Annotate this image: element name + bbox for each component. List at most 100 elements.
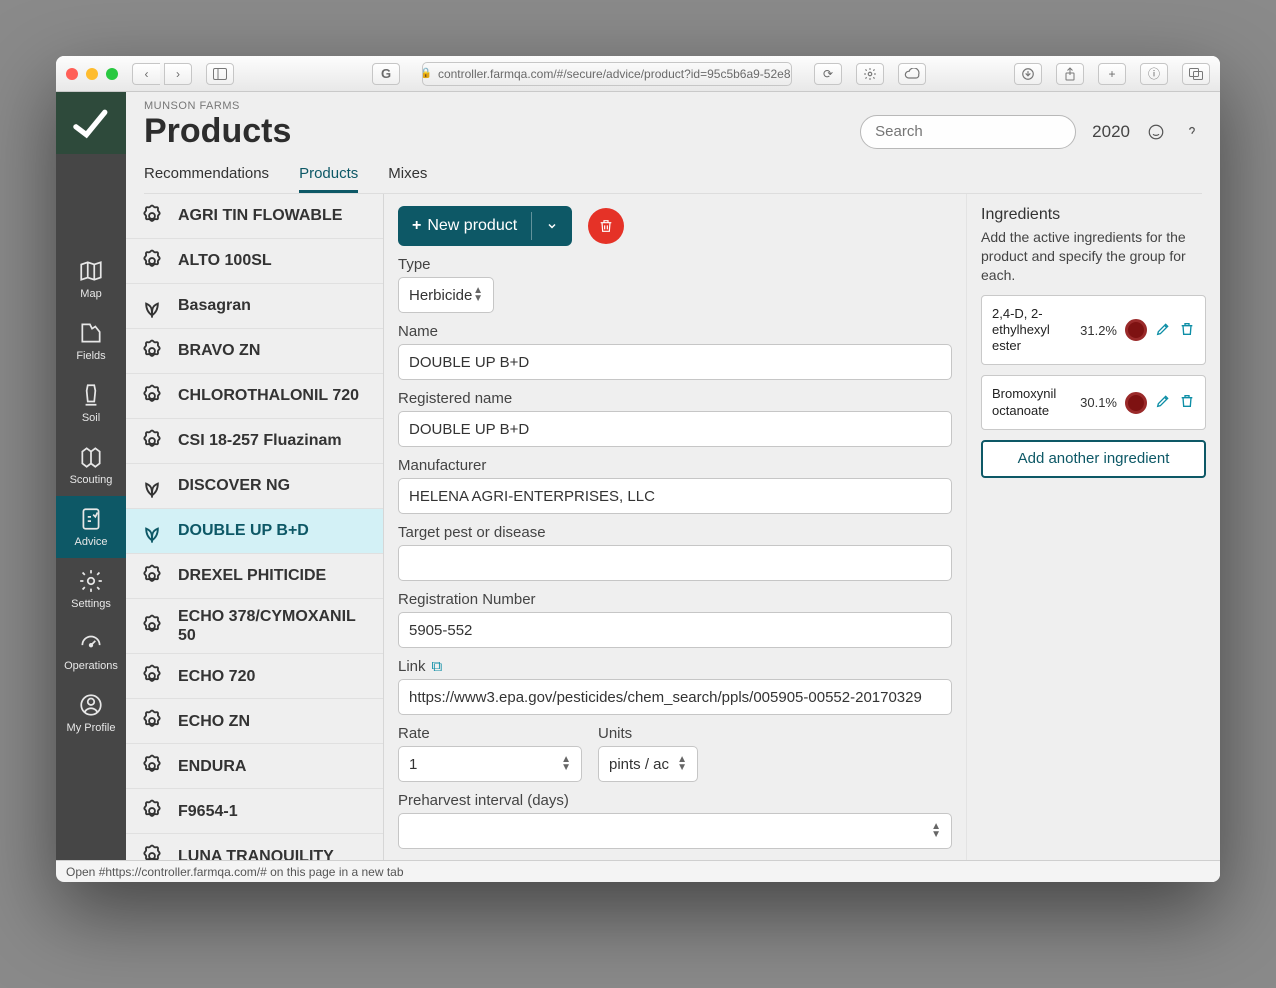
product-form: +New product Type Herb [384,194,966,882]
link-input[interactable] [398,679,952,715]
product-list[interactable]: AGRI TIN FLOWABLEALTO 100SLBasagranBRAVO… [126,194,384,882]
new-product-button[interactable]: +New product [398,206,572,246]
product-item[interactable]: ECHO 378/CYMOXANIL 50 [126,599,383,654]
manufacturer-input[interactable] [398,478,952,514]
share-button[interactable] [1056,63,1084,85]
gear-icon [138,662,166,690]
nav-forward-button[interactable]: › [164,63,192,85]
extensions-gear-button[interactable] [856,63,884,85]
link-field: Link⧉ [398,658,952,715]
downloads-button[interactable] [1014,63,1042,85]
reload-button[interactable]: ⟳ [814,63,842,85]
product-item[interactable]: BRAVO ZN [126,329,383,374]
product-item[interactable]: ECHO 720 [126,654,383,699]
app-logo[interactable] [56,92,126,154]
type-field: Type Herbicide ▲▼ [398,256,952,313]
ingredient-name: 2,4-D, 2-ethylhexyl ester [992,306,1072,355]
rate-field: Rate 1 ▲▼ [398,725,582,782]
regnum-input[interactable] [398,612,952,648]
delete-ingredient-button[interactable] [1179,321,1195,340]
units-field: Units pints / ac ▲▼ [598,725,698,782]
product-item[interactable]: ENDURA [126,744,383,789]
new-tab-button[interactable]: + [1098,63,1126,85]
sidebar-toggle-button[interactable] [206,63,234,85]
product-item[interactable]: AGRI TIN FLOWABLE [126,194,383,239]
delete-ingredient-button[interactable] [1179,393,1195,412]
target-label: Target pest or disease [398,524,952,541]
feedback-icon[interactable] [1146,122,1166,142]
nav-back-button[interactable]: ‹ [132,63,160,85]
manufacturer-label: Manufacturer [398,457,952,474]
product-item[interactable]: DREXEL PHITICIDE [126,554,383,599]
sidebar-item-operations[interactable]: Operations [56,620,126,682]
manufacturer-field: Manufacturer [398,457,952,514]
help-icon[interactable] [1182,122,1202,142]
page-title: Products [144,112,291,151]
product-item[interactable]: ECHO ZN [126,699,383,744]
product-item[interactable]: DOUBLE UP B+D [126,509,383,554]
edit-ingredient-button[interactable] [1155,393,1171,412]
regname-label: Registered name [398,390,952,407]
advice-icon [78,506,104,532]
name-input[interactable] [398,344,952,380]
type-value: Herbicide [409,287,472,304]
sidebar-item-myprofile[interactable]: My Profile [56,682,126,744]
sprout-icon [138,472,166,500]
sidebar-item-label: Scouting [70,474,113,486]
app-shell: Map Fields Soil Scouting AdviceSettingsOpera… [56,92,1220,882]
product-item[interactable]: Basagran [126,284,383,329]
phi-input[interactable]: ▲▼ [398,813,952,849]
product-name: DISCOVER NG [178,476,371,495]
product-item[interactable]: F9654-1 [126,789,383,834]
product-name: CSI 18-257 Fluazinam [178,431,371,450]
sidebar-item-settings[interactable]: Settings [56,558,126,620]
ingredient-color-swatch[interactable] [1125,392,1147,414]
add-ingredient-button[interactable]: Add another ingredient [981,440,1206,478]
privacy-report-button[interactable]: G [372,63,400,85]
product-item[interactable]: CSI 18-257 Fluazinam [126,419,383,464]
tab-mixes[interactable]: Mixes [388,161,427,193]
sidebar-item-map[interactable]: Map [56,248,126,310]
zoom-window-button[interactable] [106,68,118,80]
ingredient-name: Bromoxynil octanoate [992,386,1072,419]
sidebar-item-fields[interactable]: Fields [56,310,126,372]
ingredient-color-swatch[interactable] [1125,319,1147,341]
delete-product-button[interactable] [588,208,624,244]
year-selector[interactable]: 2020 [1092,122,1130,142]
sidebar-item-soil[interactable]: Soil [56,372,126,434]
edit-ingredient-button[interactable] [1155,321,1171,340]
sidebar-item-advice[interactable]: Advice [56,496,126,558]
sidebar-item-label: Map [80,288,101,300]
regnum-field: Registration Number [398,591,952,648]
regname-input[interactable] [398,411,952,447]
new-product-dropdown[interactable] [532,206,572,246]
target-input[interactable] [398,545,952,581]
tab-products[interactable]: Products [299,161,358,193]
product-item[interactable]: CHLOROTHALONIL 720 [126,374,383,419]
type-select[interactable]: Herbicide ▲▼ [398,277,494,313]
units-value: pints / ac [609,756,669,773]
phi-label: Preharvest interval (days) [398,792,952,809]
url-text: controller.farmqa.com/#/secure/advice/pr… [438,67,792,81]
minimize-window-button[interactable] [86,68,98,80]
status-text: Open #https://controller.farmqa.com/# on… [66,865,404,879]
ingredient-percent: 31.2% [1080,323,1117,338]
tab-overview-button[interactable] [1182,63,1210,85]
icloud-tabs-button[interactable] [898,63,926,85]
info-button[interactable]: ⓘ [1140,63,1168,85]
close-window-button[interactable] [66,68,78,80]
product-item[interactable]: DISCOVER NG [126,464,383,509]
tab-recommendations[interactable]: Recommendations [144,161,269,193]
sidebar-item-scouting[interactable]: Scouting [56,434,126,496]
product-name: ECHO 720 [178,667,371,686]
address-bar[interactable]: 🔒 controller.farmqa.com/#/secure/advice/… [422,62,792,86]
sidebar-item-label: Fields [76,350,105,362]
search-input[interactable] [860,115,1076,149]
target-field: Target pest or disease [398,524,952,581]
units-select[interactable]: pints / ac ▲▼ [598,746,698,782]
product-name: DREXEL PHITICIDE [178,566,371,585]
product-item[interactable]: ALTO 100SL [126,239,383,284]
safari-window: ‹ › G 🔒 controller.farmqa.com/#/secure/a… [56,56,1220,882]
external-link-icon[interactable]: ⧉ [432,658,443,675]
rate-input[interactable]: 1 ▲▼ [398,746,582,782]
